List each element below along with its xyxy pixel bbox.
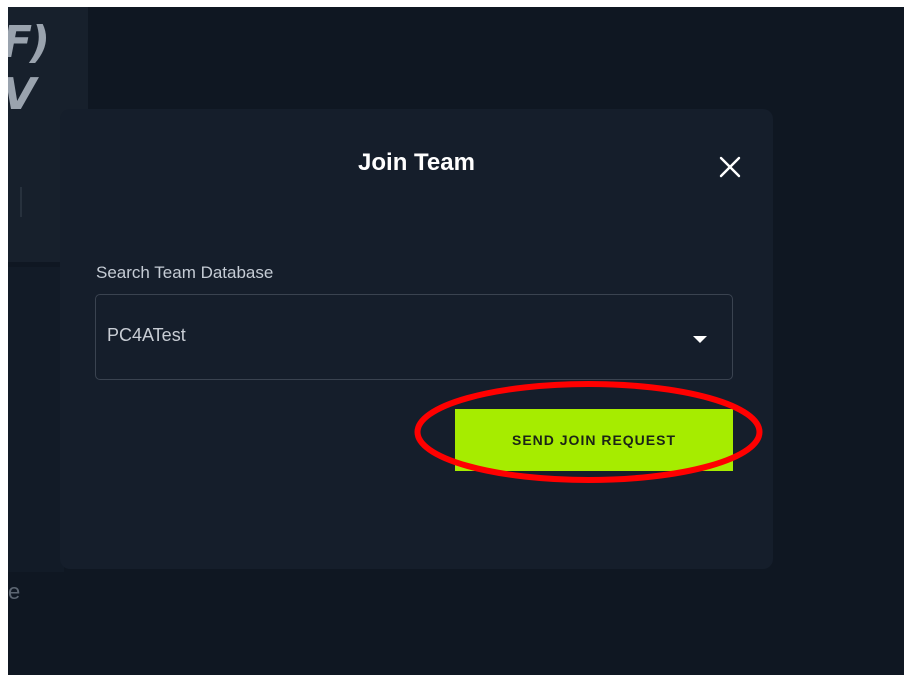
team-search-select[interactable]: PC4ATest [95,294,733,380]
caret-down-icon [693,336,707,343]
close-icon [719,156,741,178]
send-join-request-button[interactable]: SEND JOIN REQUEST [455,409,733,471]
background-partial-text: F) [8,17,50,68]
app-screen: F) V e Join Team Search Team Database PC… [8,7,904,675]
close-button[interactable] [716,153,744,181]
join-team-modal: Join Team Search Team Database PC4ATest … [60,109,773,569]
modal-title: Join Team [358,149,475,176]
background-partial-text: V [8,69,62,120]
background-card: e [8,267,64,604]
search-team-label: Search Team Database [96,263,274,282]
selected-team-value: PC4ATest [107,325,186,345]
background-partial-text: e [8,579,21,604]
background-decoration [10,187,22,217]
